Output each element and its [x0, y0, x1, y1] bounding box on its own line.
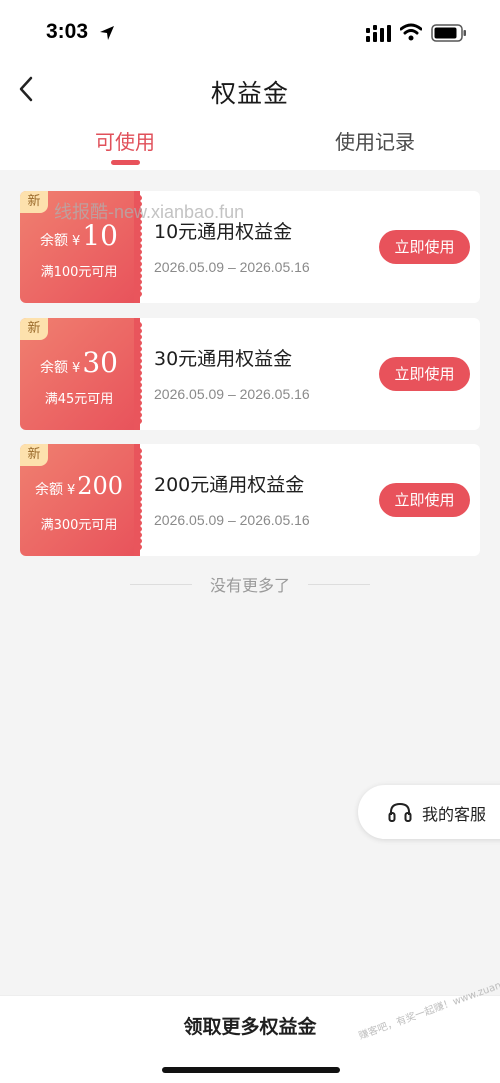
coupon-validity: 2026.05.09 – 2026.05.16: [154, 259, 310, 275]
amount-value: 200: [77, 472, 124, 500]
customer-service-label: 我的客服: [422, 805, 487, 824]
usage-condition: 满45元可用: [44, 392, 114, 407]
tab-usage-history[interactable]: 使用记录: [295, 126, 455, 155]
new-badge: 新: [20, 318, 48, 340]
home-indicator: [162, 1067, 340, 1073]
coupon-stub: 新 余额 ¥30 满45元可用: [20, 318, 140, 430]
coupon-validity: 2026.05.09 – 2026.05.16: [154, 512, 310, 528]
amount-label: 余额: [40, 360, 69, 376]
coupon-stub: 新 余额 ¥200 满300元可用: [20, 444, 140, 556]
status-bar: 3:03: [0, 0, 500, 66]
wifi-icon: [400, 23, 422, 41]
page-title: 权益金: [210, 79, 289, 108]
location-arrow-icon: [100, 26, 114, 40]
tab-bar: 可使用 使用记录: [0, 126, 500, 170]
coupon-title: 30元通用权益金: [154, 348, 293, 370]
tab-available[interactable]: 可使用: [45, 126, 205, 155]
usage-condition: 满100元可用: [40, 265, 118, 280]
customer-service-button[interactable]: 我的客服: [358, 785, 500, 839]
battery-icon: [431, 24, 466, 42]
coupon-title: 200元通用权益金: [154, 474, 305, 496]
perforated-edge: [134, 444, 142, 556]
coupon-amount: 余额 ¥30: [20, 346, 138, 379]
coupon-card: 新 余额 ¥200 满300元可用 200元通用权益金 2026.05.09 – …: [20, 444, 480, 556]
currency-symbol: ¥: [72, 234, 81, 249]
amount-value: 30: [82, 346, 118, 379]
list-end-indicator: 没有更多了: [130, 572, 370, 596]
use-now-button[interactable]: 立即使用: [379, 357, 470, 391]
nav-bar: 权益金: [0, 66, 500, 116]
coupon-validity: 2026.05.09 – 2026.05.16: [154, 386, 310, 402]
currency-symbol: ¥: [66, 483, 76, 498]
currency-symbol: ¥: [72, 361, 81, 376]
headset-icon: [388, 802, 412, 822]
new-badge: 新: [20, 191, 48, 213]
coupon-amount: 余额 ¥200: [20, 472, 138, 500]
use-now-button[interactable]: 立即使用: [379, 230, 470, 264]
top-area: 3:03 权益金 可使用 使用记录: [0, 0, 500, 170]
watermark-text: 线报酷-new.xianbao.fun: [54, 202, 245, 222]
divider: [308, 584, 370, 585]
active-tab-indicator: [111, 160, 140, 165]
signal-icon: [366, 25, 391, 42]
amount-label: 余额: [40, 233, 69, 249]
new-badge: 新: [20, 444, 48, 466]
coupon-card: 新 余额 ¥30 满45元可用 30元通用权益金 2026.05.09 – 202…: [20, 318, 480, 430]
perforated-edge: [134, 318, 142, 430]
use-now-button[interactable]: 立即使用: [379, 483, 470, 517]
status-time: 3:03: [46, 20, 89, 43]
usage-condition: 满300元可用: [40, 518, 118, 533]
amount-label: 余额: [34, 482, 63, 498]
